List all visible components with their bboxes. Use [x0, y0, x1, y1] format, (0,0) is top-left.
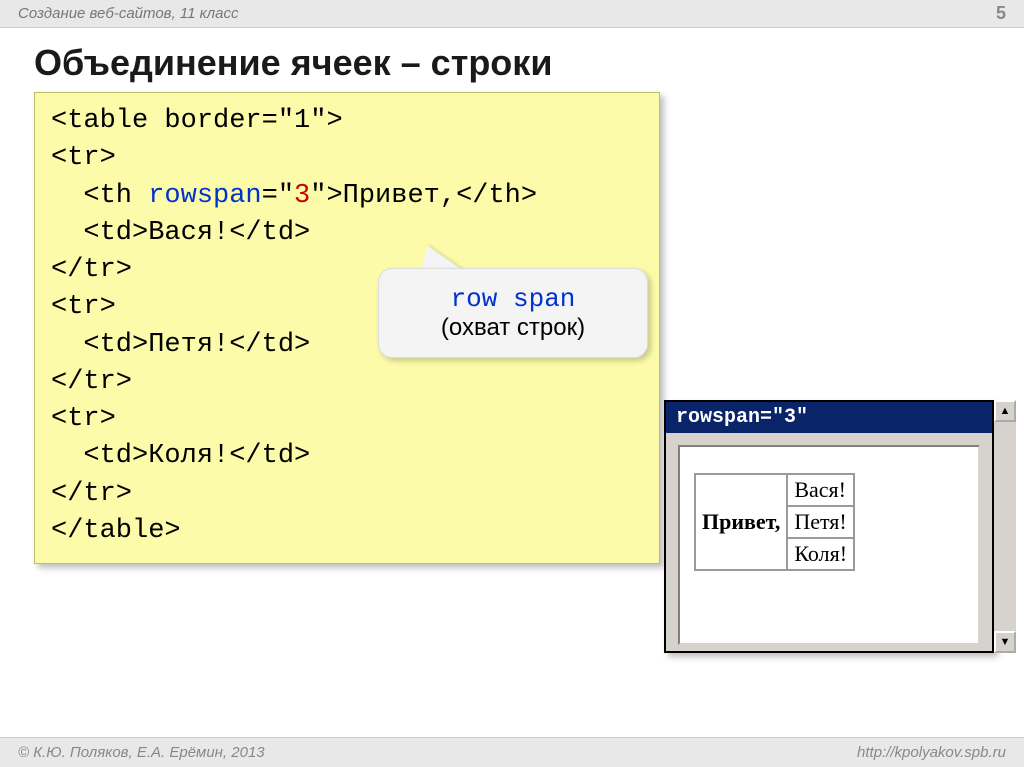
browser-window: rowspan="3" Привет, Вася! Петя! Коля! — [664, 400, 994, 653]
footer-url: http://kpolyakov.spb.ru — [857, 744, 1006, 761]
callout-translation: (охват строк) — [441, 314, 585, 342]
code-line: <th — [51, 181, 148, 211]
browser-titlebar: rowspan="3" — [666, 402, 992, 433]
demo-table: Привет, Вася! Петя! Коля! — [694, 473, 855, 571]
code-line: <tr> — [51, 404, 116, 434]
scrollbar[interactable]: ▲ ▼ — [994, 400, 1016, 653]
browser-viewport: Привет, Вася! Петя! Коля! — [678, 445, 980, 645]
code-line: </tr> — [51, 255, 132, 285]
footer-authors: © К.Ю. Поляков, Е.А. Ерёмин, 2013 — [18, 744, 265, 761]
code-line: <tr> — [51, 143, 116, 173]
table-header-cell: Привет, — [695, 474, 787, 570]
scroll-up-button[interactable]: ▲ — [994, 400, 1016, 422]
scroll-down-button[interactable]: ▼ — [994, 631, 1016, 653]
code-line: <tr> — [51, 292, 116, 322]
table-cell: Вася! — [787, 474, 854, 506]
code-line: </table> — [51, 516, 181, 546]
code-text: ">Привет,</th> — [310, 181, 537, 211]
code-line: <td>Петя!</td> — [51, 330, 310, 360]
code-line: </tr> — [51, 479, 132, 509]
code-line: <td>Коля!</td> — [51, 441, 310, 471]
callout-box: row span (охват строк) — [378, 268, 648, 358]
code-attr: rowspan — [148, 181, 261, 211]
code-line: <td>Вася!</td> — [51, 218, 310, 248]
table-row: Привет, Вася! — [695, 474, 854, 506]
code-text: =" — [262, 181, 294, 211]
callout-term: row span — [451, 284, 576, 314]
code-value: 3 — [294, 181, 310, 211]
slide-title: Объединение ячеек – строки — [34, 42, 552, 84]
header-bar: Создание веб-сайтов, 11 класс 5 — [0, 0, 1024, 28]
code-line: <table border="1"> — [51, 106, 343, 136]
footer-bar: © К.Ю. Поляков, Е.А. Ерёмин, 2013 http:/… — [0, 737, 1024, 767]
slide: Создание веб-сайтов, 11 класс 5 Объедине… — [0, 0, 1024, 767]
table-cell: Коля! — [787, 538, 854, 570]
page-number: 5 — [996, 3, 1006, 24]
code-line: </tr> — [51, 367, 132, 397]
course-label: Создание веб-сайтов, 11 класс — [18, 5, 238, 22]
table-cell: Петя! — [787, 506, 854, 538]
